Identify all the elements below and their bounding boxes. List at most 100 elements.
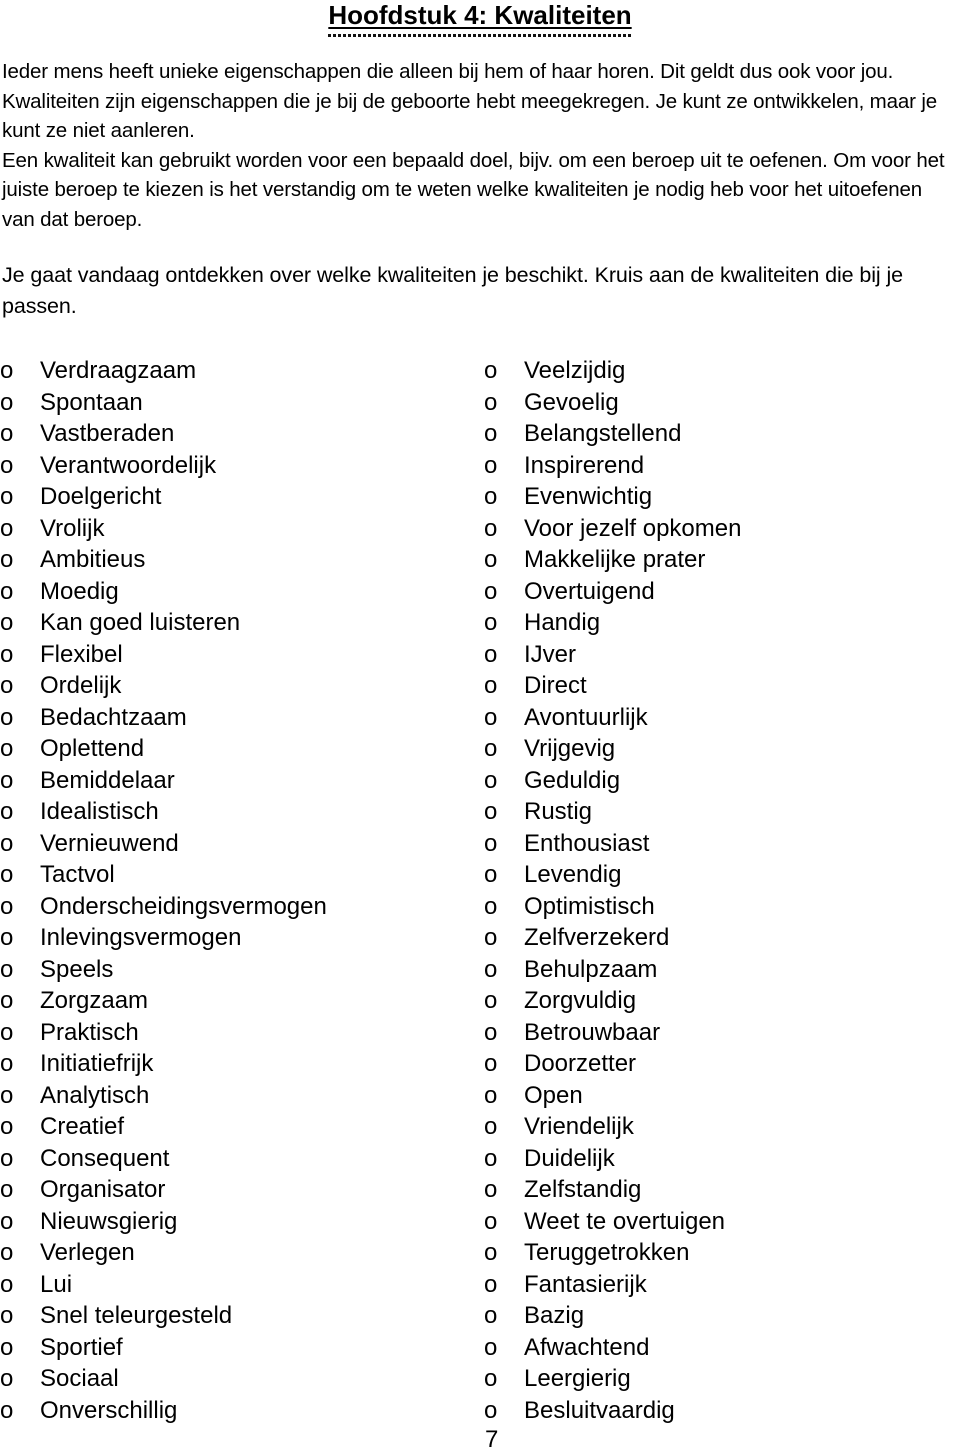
checkbox-circle-icon[interactable]: o	[0, 1111, 40, 1143]
checklist-item[interactable]: o Sportief	[0, 1332, 327, 1364]
checklist-item[interactable]: o Moedig	[0, 576, 327, 608]
checklist-item[interactable]: o Onderscheidingsvermogen	[0, 891, 327, 923]
checklist-item[interactable]: o Besluitvaardig	[484, 1395, 741, 1427]
checkbox-circle-icon[interactable]: o	[0, 481, 40, 513]
checkbox-circle-icon[interactable]: o	[0, 387, 40, 419]
checkbox-circle-icon[interactable]: o	[484, 954, 524, 986]
checkbox-circle-icon[interactable]: o	[0, 1300, 40, 1332]
checklist-item[interactable]: o Bazig	[484, 1300, 741, 1332]
checklist-item[interactable]: o Flexibel	[0, 639, 327, 671]
checklist-item[interactable]: o Snel teleurgesteld	[0, 1300, 327, 1332]
checkbox-circle-icon[interactable]: o	[484, 891, 524, 923]
checklist-item[interactable]: o Verlegen	[0, 1237, 327, 1269]
checklist-item[interactable]: o IJver	[484, 639, 741, 671]
checkbox-circle-icon[interactable]: o	[484, 355, 524, 387]
checkbox-circle-icon[interactable]: o	[0, 1363, 40, 1395]
checklist-item[interactable]: o Evenwichtig	[484, 481, 741, 513]
checklist-item[interactable]: o Verdraagzaam	[0, 355, 327, 387]
checklist-item[interactable]: o Geduldig	[484, 765, 741, 797]
checkbox-circle-icon[interactable]: o	[0, 733, 40, 765]
checklist-item[interactable]: o Ambitieus	[0, 544, 327, 576]
checkbox-circle-icon[interactable]: o	[484, 387, 524, 419]
checkbox-circle-icon[interactable]: o	[484, 702, 524, 734]
checkbox-circle-icon[interactable]: o	[0, 1017, 40, 1049]
checkbox-circle-icon[interactable]: o	[484, 481, 524, 513]
checklist-item[interactable]: o Vrijgevig	[484, 733, 741, 765]
checklist-item[interactable]: o Levendig	[484, 859, 741, 891]
checkbox-circle-icon[interactable]: o	[0, 1332, 40, 1364]
checklist-item[interactable]: o Ordelijk	[0, 670, 327, 702]
checklist-item[interactable]: o Direct	[484, 670, 741, 702]
checkbox-circle-icon[interactable]: o	[484, 450, 524, 482]
checkbox-circle-icon[interactable]: o	[484, 670, 524, 702]
checklist-item[interactable]: o Avontuurlijk	[484, 702, 741, 734]
checklist-item[interactable]: o Analytisch	[0, 1080, 327, 1112]
checkbox-circle-icon[interactable]: o	[484, 576, 524, 608]
checkbox-circle-icon[interactable]: o	[484, 1206, 524, 1238]
checklist-item[interactable]: o Zelfverzekerd	[484, 922, 741, 954]
checkbox-circle-icon[interactable]: o	[0, 418, 40, 450]
checkbox-circle-icon[interactable]: o	[484, 639, 524, 671]
checklist-item[interactable]: o Zelfstandig	[484, 1174, 741, 1206]
checkbox-circle-icon[interactable]: o	[484, 1237, 524, 1269]
checkbox-circle-icon[interactable]: o	[484, 922, 524, 954]
checkbox-circle-icon[interactable]: o	[0, 828, 40, 860]
checkbox-circle-icon[interactable]: o	[484, 828, 524, 860]
checklist-item[interactable]: o Inspirerend	[484, 450, 741, 482]
checkbox-circle-icon[interactable]: o	[0, 1395, 40, 1427]
checkbox-circle-icon[interactable]: o	[484, 1111, 524, 1143]
checklist-item[interactable]: o Afwachtend	[484, 1332, 741, 1364]
checkbox-circle-icon[interactable]: o	[484, 607, 524, 639]
checkbox-circle-icon[interactable]: o	[484, 1080, 524, 1112]
checklist-item[interactable]: o Betrouwbaar	[484, 1017, 741, 1049]
checkbox-circle-icon[interactable]: o	[484, 733, 524, 765]
checkbox-circle-icon[interactable]: o	[0, 1080, 40, 1112]
checkbox-circle-icon[interactable]: o	[0, 1269, 40, 1301]
checklist-item[interactable]: o Praktisch	[0, 1017, 327, 1049]
checkbox-circle-icon[interactable]: o	[484, 765, 524, 797]
checklist-item[interactable]: o Vrolijk	[0, 513, 327, 545]
checkbox-circle-icon[interactable]: o	[484, 1017, 524, 1049]
checklist-item[interactable]: o Handig	[484, 607, 741, 639]
checklist-item[interactable]: o Inlevingsvermogen	[0, 922, 327, 954]
checklist-item[interactable]: o Zorgzaam	[0, 985, 327, 1017]
checklist-item[interactable]: o Spontaan	[0, 387, 327, 419]
checkbox-circle-icon[interactable]: o	[0, 450, 40, 482]
checkbox-circle-icon[interactable]: o	[0, 859, 40, 891]
checklist-item[interactable]: o Fantasierijk	[484, 1269, 741, 1301]
checklist-item[interactable]: o Bemiddelaar	[0, 765, 327, 797]
checklist-item[interactable]: o Optimistisch	[484, 891, 741, 923]
checklist-item[interactable]: o Initiatiefrijk	[0, 1048, 327, 1080]
checkbox-circle-icon[interactable]: o	[484, 544, 524, 576]
checklist-item[interactable]: o Teruggetrokken	[484, 1237, 741, 1269]
checklist-item[interactable]: o Belangstellend	[484, 418, 741, 450]
checklist-item[interactable]: o Veelzijdig	[484, 355, 741, 387]
checklist-item[interactable]: o Zorgvuldig	[484, 985, 741, 1017]
checklist-item[interactable]: o Sociaal	[0, 1363, 327, 1395]
checklist-item[interactable]: o Kan goed luisteren	[0, 607, 327, 639]
checklist-item[interactable]: o Doelgericht	[0, 481, 327, 513]
checkbox-circle-icon[interactable]: o	[0, 891, 40, 923]
checklist-item[interactable]: o Gevoelig	[484, 387, 741, 419]
checklist-item[interactable]: o Lui	[0, 1269, 327, 1301]
checkbox-circle-icon[interactable]: o	[484, 1300, 524, 1332]
checklist-item[interactable]: o Vriendelijk	[484, 1111, 741, 1143]
checkbox-circle-icon[interactable]: o	[0, 765, 40, 797]
checklist-item[interactable]: o Vernieuwend	[0, 828, 327, 860]
checklist-item[interactable]: o Speels	[0, 954, 327, 986]
checkbox-circle-icon[interactable]: o	[0, 922, 40, 954]
checkbox-circle-icon[interactable]: o	[0, 513, 40, 545]
checkbox-circle-icon[interactable]: o	[484, 796, 524, 828]
checkbox-circle-icon[interactable]: o	[0, 1237, 40, 1269]
checkbox-circle-icon[interactable]: o	[0, 670, 40, 702]
checklist-item[interactable]: o Creatief	[0, 1111, 327, 1143]
checklist-item[interactable]: o Doorzetter	[484, 1048, 741, 1080]
checklist-item[interactable]: o Enthousiast	[484, 828, 741, 860]
checklist-item[interactable]: o Onverschillig	[0, 1395, 327, 1427]
checkbox-circle-icon[interactable]: o	[0, 954, 40, 986]
checklist-item[interactable]: o Overtuigend	[484, 576, 741, 608]
checklist-item[interactable]: o Idealistisch	[0, 796, 327, 828]
checkbox-circle-icon[interactable]: o	[0, 985, 40, 1017]
checklist-item[interactable]: o Open	[484, 1080, 741, 1112]
checklist-item[interactable]: o Tactvol	[0, 859, 327, 891]
